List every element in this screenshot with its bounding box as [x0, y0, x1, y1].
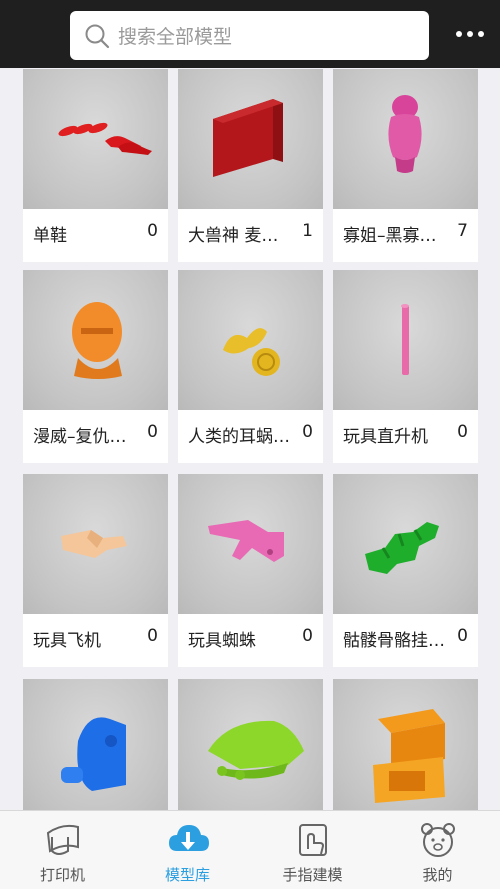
model-name: 玩具直升机 [343, 427, 428, 447]
model-thumbnail [333, 474, 478, 614]
model-card[interactable]: 玩具蜘蛛 0 [178, 474, 323, 667]
bottom-tab-bar: 打印机 模型库 手指建模 我的 [0, 810, 500, 889]
model-name: 漫威–复仇… [33, 427, 127, 447]
search-icon [85, 24, 110, 48]
tab-profile[interactable]: 我的 [375, 811, 500, 889]
model-thumbnail [178, 69, 323, 209]
model-name: 人类的耳蜗… [188, 427, 290, 447]
model-count: 0 [457, 422, 468, 442]
model-count: 0 [302, 626, 313, 646]
shoes-model-image [58, 122, 152, 155]
finger-model-icon [299, 824, 327, 856]
model-thumbnail [23, 679, 168, 810]
model-thumbnail [178, 679, 323, 810]
model-thumbnail [178, 474, 323, 614]
model-thumbnail [23, 69, 168, 209]
model-thumbnail [178, 270, 323, 410]
model-card[interactable] [333, 679, 478, 810]
skeleton-model-image [365, 522, 439, 574]
model-name: 玩具蜘蛛 [188, 631, 256, 651]
box-model-image [373, 709, 445, 803]
model-name: 骷髅骨骼挂… [343, 631, 445, 651]
model-card[interactable]: 寡姐–黑寡… 7 [333, 69, 478, 262]
model-count: 0 [147, 221, 158, 241]
tab-finger-modeling[interactable]: 手指建模 [250, 811, 375, 889]
tab-printer[interactable]: 打印机 [0, 811, 125, 889]
tape-measure-model-image [61, 717, 126, 791]
model-name: 大兽神 麦… [188, 226, 279, 246]
model-card[interactable]: 骷髅骨骼挂… 0 [333, 474, 478, 667]
tab-model-library[interactable]: 模型库 [125, 811, 250, 889]
bear-profile-icon [421, 823, 455, 857]
model-card[interactable] [178, 679, 323, 810]
model-thumbnail [333, 69, 478, 209]
model-count: 7 [457, 221, 468, 241]
model-name: 玩具飞机 [33, 631, 101, 651]
more-dot [467, 31, 473, 37]
tab-profile-label: 我的 [422, 866, 453, 884]
holder-model-image [208, 720, 304, 780]
figure-model-image [388, 95, 422, 173]
spider-model-image [208, 520, 284, 562]
model-thumbnail [333, 270, 478, 410]
model-name: 寡姐–黑寡… [343, 226, 437, 246]
cochlea-model-image [223, 328, 280, 376]
model-card[interactable]: 单鞋 0 [23, 69, 168, 262]
model-count: 0 [302, 422, 313, 442]
model-count: 1 [302, 221, 313, 241]
model-card[interactable]: 漫威–复仇… 0 [23, 270, 168, 463]
model-count: 0 [147, 626, 158, 646]
more-menu-button[interactable] [456, 24, 484, 44]
block-model-image [213, 99, 283, 177]
more-dot [478, 31, 484, 37]
model-thumbnail [333, 679, 478, 810]
model-count: 0 [457, 626, 468, 646]
model-thumbnail [23, 270, 168, 410]
model-name: 单鞋 [33, 226, 67, 246]
tab-printer-label: 打印机 [39, 866, 85, 884]
model-thumbnail [23, 474, 168, 614]
search-placeholder: 搜索全部模型 [118, 26, 233, 48]
search-bar[interactable]: 搜索全部模型 [70, 11, 429, 60]
model-card[interactable]: 玩具飞机 0 [23, 474, 168, 667]
model-count: 0 [147, 422, 158, 442]
model-card[interactable]: 玩具直升机 0 [333, 270, 478, 463]
head-bust-model-image [72, 302, 122, 379]
cloud-download-icon [169, 825, 209, 851]
printer-icon [46, 824, 79, 855]
model-card[interactable] [23, 679, 168, 810]
model-card[interactable]: 大兽神 麦… 1 [178, 69, 323, 262]
model-card[interactable]: 人类的耳蜗… 0 [178, 270, 323, 463]
helicopter-model-image [401, 304, 409, 375]
model-grid: 单鞋 0 大兽神 麦… 1 寡姐–黑寡… 7 漫威–复仇… 0 人类的耳蜗… 0… [0, 68, 500, 810]
tab-finger-modeling-label: 手指建模 [282, 866, 343, 884]
top-bar: 搜索全部模型 [0, 0, 500, 68]
airplane-model-image [61, 530, 127, 558]
more-dot [456, 31, 462, 37]
tab-model-library-label: 模型库 [164, 866, 210, 884]
